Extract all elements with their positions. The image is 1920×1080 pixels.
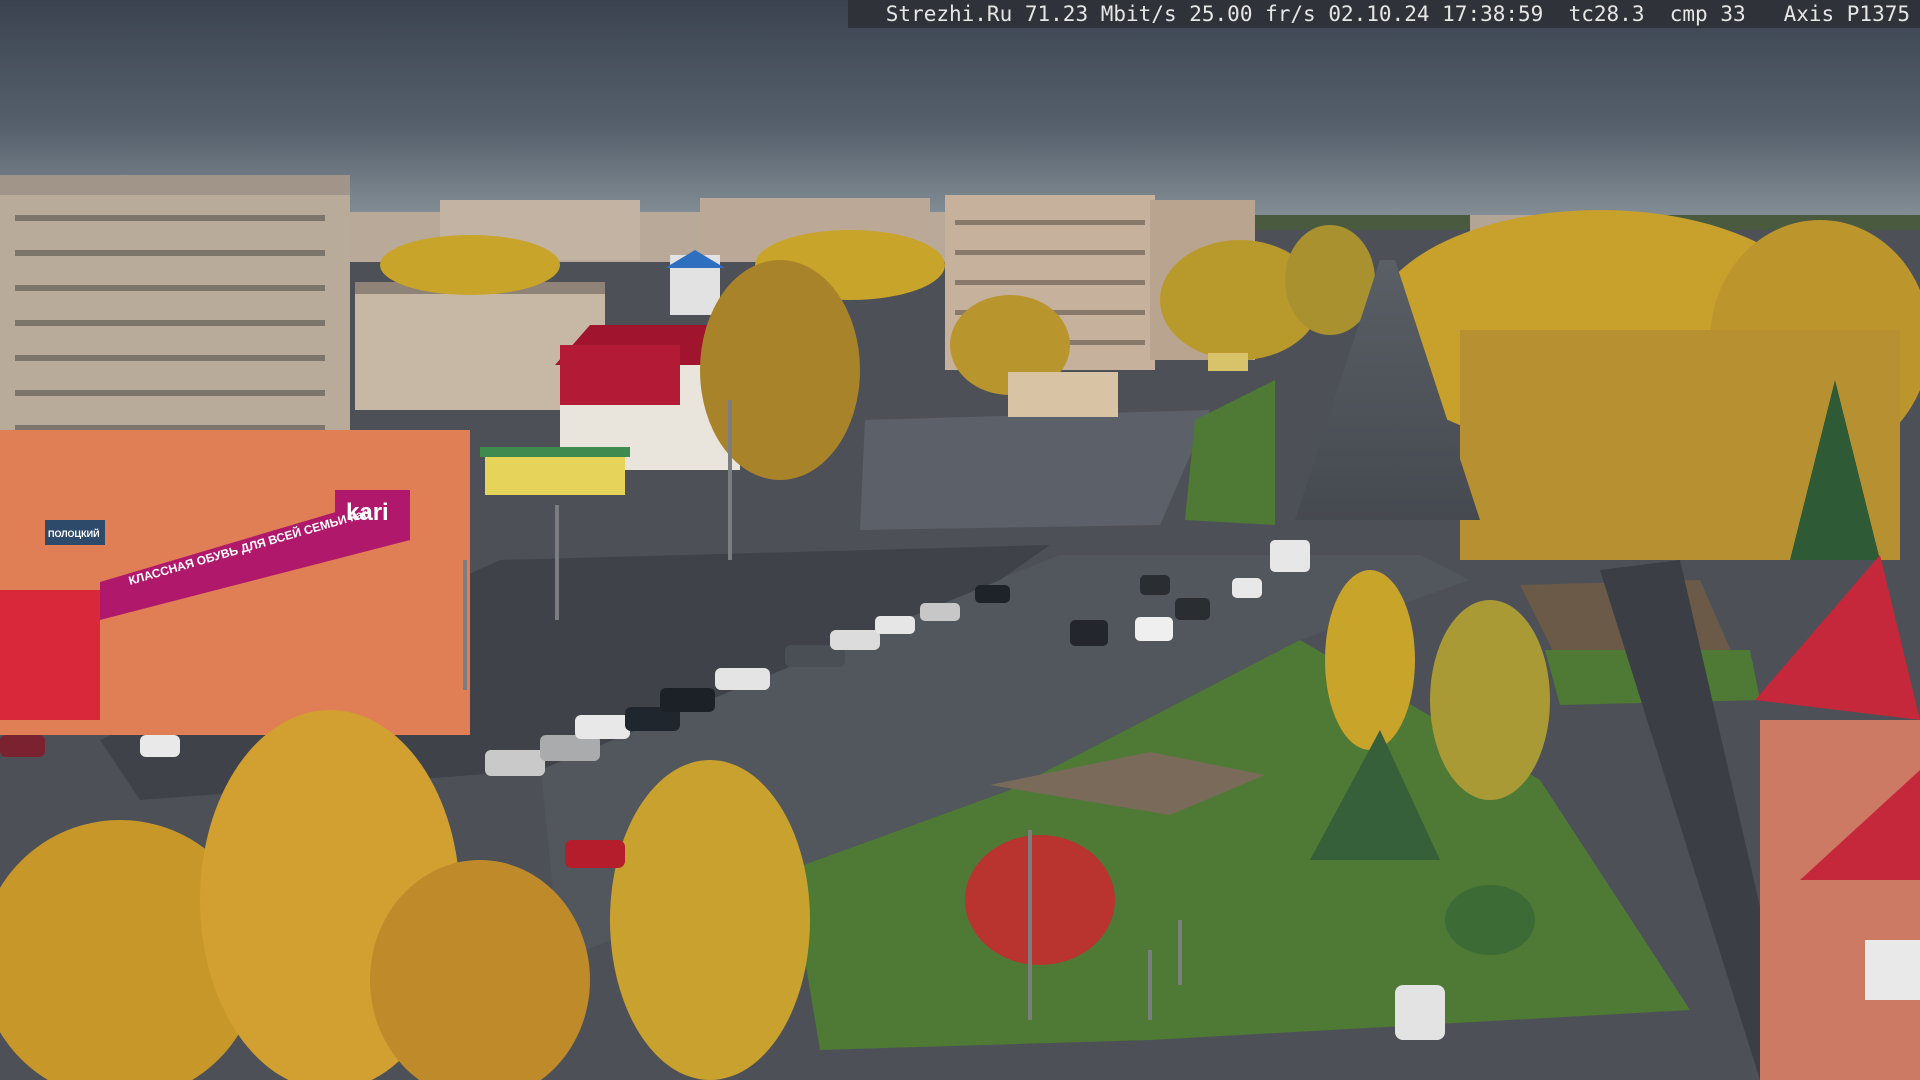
osd-framerate: 25.00 fr/s [1189,2,1316,26]
camera-osd-overlay: Strezhi.Ru 71.23 Mbit/s 25.00 fr/s 02.10… [848,0,1920,28]
billboard [1208,353,1248,371]
birch-alley-right [1460,330,1900,560]
osd-tc: tc28.3 [1568,2,1645,26]
plaza [860,410,1210,530]
kari-store-building: kari КЛАССНАЯ ОБУВЬ ДЛЯ ВСЕЙ СЕМЬИ kari … [0,430,470,735]
osd-date: 02.10.24 [1328,2,1430,26]
plaza-kiosk [1008,372,1118,417]
osd-camera: Axis P1375 [1783,2,1910,26]
small-shop [480,447,630,495]
osd-time: 17:38:59 [1442,2,1544,26]
osd-bitrate: 71.23 Mbit/s [1024,2,1177,26]
osd-site: Strezhi.Ru [885,2,1013,26]
webcam-street-scene: kari КЛАССНАЯ ОБУВЬ ДЛЯ ВСЕЙ СЕМЬИ kari … [0,0,1920,1080]
osd-cmp: cmp 33 [1669,2,1746,26]
shop-sign: ПОЛОЦКИЙ [48,528,100,539]
